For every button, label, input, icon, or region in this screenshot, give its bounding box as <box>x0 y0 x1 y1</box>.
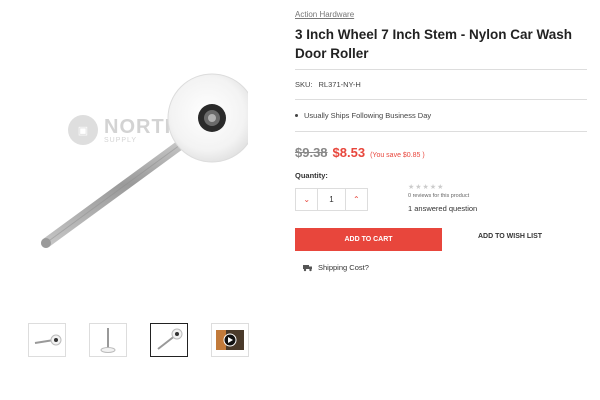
price-row: $9.38 $8.53 (You save $0.85 ) <box>295 145 587 160</box>
reviews-block: ★★★★★ 0 reviews for this product 1 answe… <box>408 183 477 213</box>
add-to-wishlist-button[interactable]: ADD TO WISH LIST <box>478 233 542 240</box>
add-to-cart-button[interactable]: ADD TO CART <box>295 228 442 251</box>
thumbnail-2[interactable] <box>89 323 127 357</box>
sku-line: SKU: RL371-NY-H <box>295 80 587 89</box>
quantity-stepper: ⌄ 1 ⌃ <box>295 188 368 211</box>
sku-value: RL371-NY-H <box>318 80 361 89</box>
roller-angled-icon <box>34 334 62 346</box>
thumbnail-strip <box>28 323 249 357</box>
sku-label: SKU: <box>295 80 313 89</box>
review-count[interactable]: 0 reviews for this product <box>408 193 477 199</box>
thumbnail-1[interactable] <box>28 323 66 357</box>
star-rating-icon: ★★★★★ <box>408 184 445 191</box>
product-image[interactable] <box>28 68 248 268</box>
divider <box>295 69 587 70</box>
product-title: 3 Inch Wheel 7 Inch Stem - Nylon Car Was… <box>295 27 573 61</box>
old-price: $9.38 <box>295 145 328 160</box>
divider <box>295 99 587 100</box>
increase-quantity-button[interactable]: ⌃ <box>346 189 367 210</box>
product-info: Action Hardware 3 Inch Wheel 7 Inch Stem… <box>295 10 587 272</box>
truck-icon <box>303 264 312 271</box>
quantity-label: Quantity: <box>295 171 328 180</box>
brand-link[interactable]: Action Hardware <box>295 10 587 19</box>
bullet-icon <box>295 114 298 117</box>
shipping-cost-link[interactable]: Shipping Cost? <box>303 263 369 272</box>
chevron-up-icon: ⌃ <box>352 195 360 204</box>
thumbnail-3[interactable] <box>150 323 188 357</box>
chevron-down-icon: ⌄ <box>303 195 311 204</box>
divider <box>295 131 587 132</box>
sale-price: $8.53 <box>332 145 366 160</box>
answered-questions-link[interactable]: 1 answered question <box>408 204 477 213</box>
roller-vertical-icon <box>100 328 116 353</box>
shipping-cost-label: Shipping Cost? <box>318 263 369 272</box>
savings-text: (You save $0.85 ) <box>370 152 425 159</box>
video-play-icon <box>216 330 244 350</box>
ship-note: Usually Ships Following Business Day <box>295 111 587 120</box>
thumbnail-4[interactable] <box>211 323 249 357</box>
quantity-input[interactable]: 1 <box>317 189 346 210</box>
roller-diagonal-icon <box>157 328 183 350</box>
ship-note-text: Usually Ships Following Business Day <box>304 111 432 120</box>
decrease-quantity-button[interactable]: ⌄ <box>296 189 317 210</box>
